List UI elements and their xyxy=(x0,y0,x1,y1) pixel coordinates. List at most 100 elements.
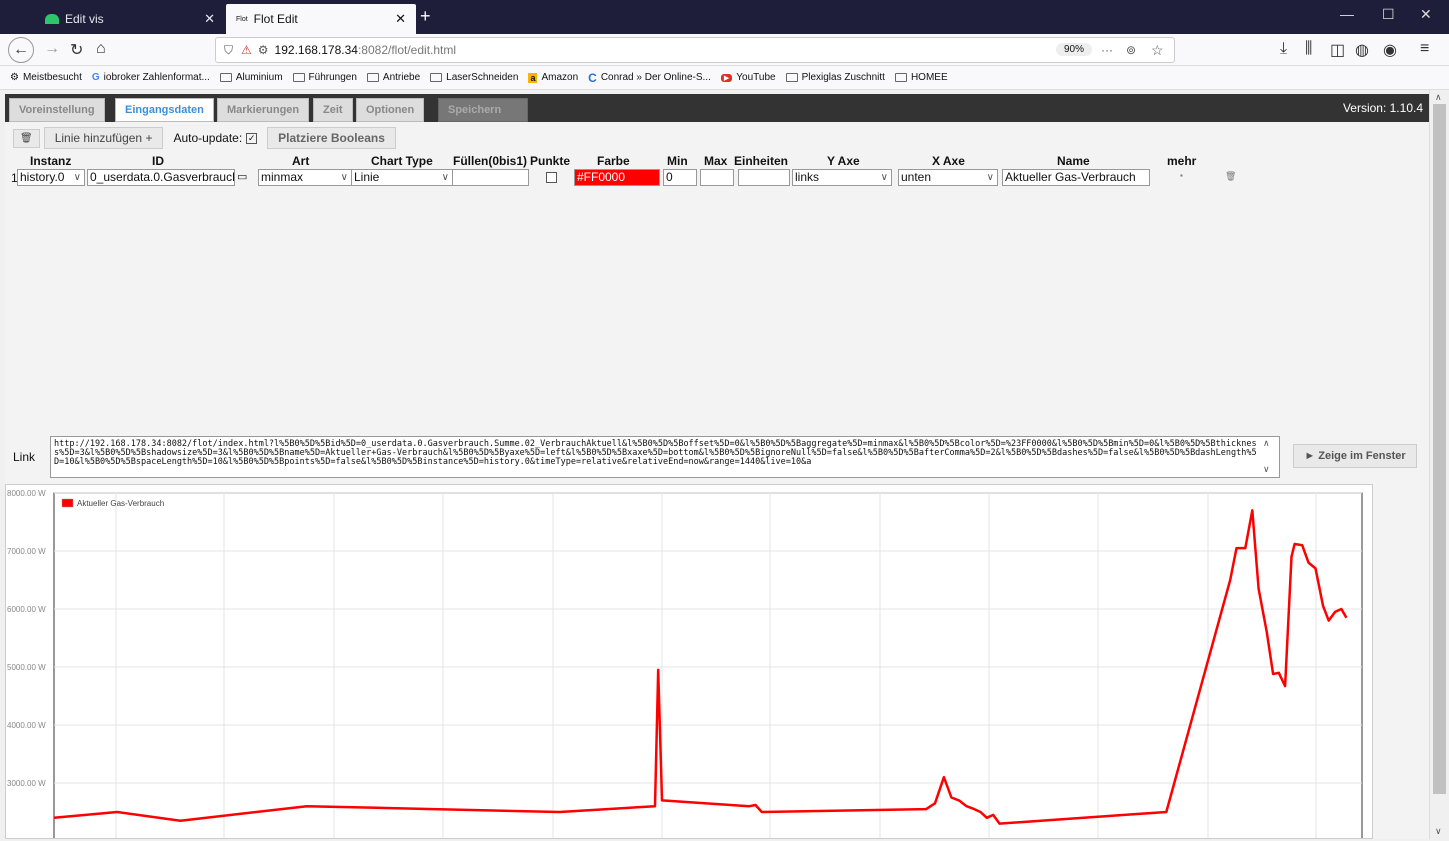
vis-favicon-icon xyxy=(45,14,59,24)
pocket-icon[interactable]: ⊚ xyxy=(1126,43,1136,57)
delete-all-trash-icon[interactable]: 🗑 xyxy=(13,128,40,148)
browser-tab-edit-vis[interactable]: Edit vis ✕ xyxy=(35,4,225,34)
home-icon[interactable]: ⌂ xyxy=(96,40,106,58)
bookmark-label: Conrad » Der Online-S... xyxy=(600,72,711,83)
account-icon[interactable]: ◉ xyxy=(1383,40,1397,60)
art-select[interactable]: minmax xyxy=(258,169,352,186)
back-arrow-icon[interactable]: ← xyxy=(8,37,34,63)
delete-row-trash-icon[interactable]: 🗑 xyxy=(1225,171,1236,182)
link-url-textarea[interactable]: http://192.168.178.34:8082/flot/index.ht… xyxy=(50,436,1280,478)
bookmark-homee[interactable]: HOMEE xyxy=(894,72,948,83)
place-booleans-button[interactable]: Platziere Booleans xyxy=(267,127,396,149)
instance-select[interactable]: history.0 xyxy=(17,169,85,186)
plot-frame xyxy=(53,492,1363,841)
id-input[interactable]: 0_userdata.0.Gasverbrauch.S xyxy=(87,169,235,186)
bookmark-antriebe[interactable]: Antriebe xyxy=(366,72,420,83)
bookmark-laserschneiden[interactable]: LaserSchneiden xyxy=(430,72,518,83)
close-window-icon[interactable]: ✕ xyxy=(1420,6,1432,23)
bookmarks-bar: ⚙ Meistbesucht Giobroker Zahlenformat... … xyxy=(0,66,1449,90)
library-icon[interactable]: ⫼ xyxy=(1305,40,1312,58)
scroll-down-icon[interactable]: ∨ xyxy=(1435,826,1442,837)
url-path: :8082/flot/edit.html xyxy=(357,43,457,57)
folder-open-icon[interactable]: ▭ xyxy=(237,170,247,183)
zoom-indicator[interactable]: 90% xyxy=(1056,43,1093,56)
show-in-window-button[interactable]: ► Zeige im Fenster xyxy=(1293,444,1417,468)
menu-icon[interactable]: ≡ xyxy=(1420,40,1429,58)
more-options-icon[interactable]: ▪ xyxy=(1180,171,1183,180)
insecure-lock-icon[interactable]: ⚠ xyxy=(241,43,252,57)
y-tick-label: 7000.00 W xyxy=(7,547,46,556)
close-icon[interactable]: ✕ xyxy=(204,11,215,27)
scroll-down-icon[interactable]: ∨ xyxy=(1263,464,1270,475)
folder-icon xyxy=(785,73,798,82)
min-input[interactable]: 0 xyxy=(663,169,697,186)
toolbar: 🗑 Linie hinzufügen + Auto-update: ✓ Plat… xyxy=(13,126,396,150)
browser-tab-flot-edit[interactable]: Flot Flot Edit ✕ xyxy=(226,4,416,34)
bookmark-label: Amazon xyxy=(541,72,579,83)
header-art: Art xyxy=(292,154,310,168)
save-button[interactable]: Speichern xyxy=(438,98,528,122)
url-bar[interactable]: ⛉ ⚠ ⚙ 192.168.178.34:8082/flot/edit.html… xyxy=(215,37,1175,63)
flot-favicon-icon: Flot xyxy=(236,15,248,23)
folder-icon xyxy=(366,73,379,82)
bookmark-youtube[interactable]: ▶ YouTube xyxy=(720,72,776,83)
scroll-up-icon[interactable]: ∧ xyxy=(1263,438,1270,449)
app-tab-bar: Voreinstellung Eingangsdaten Markierunge… xyxy=(5,94,1429,122)
close-icon[interactable]: ✕ xyxy=(395,11,406,27)
scroll-up-icon[interactable]: ∧ xyxy=(1435,92,1442,103)
scrollbar-thumb[interactable] xyxy=(1433,104,1446,794)
sidebar-icon[interactable]: ◫ xyxy=(1330,40,1345,60)
y-tick-label: 6000.00 W xyxy=(7,605,46,614)
new-tab-plus-icon[interactable]: + xyxy=(420,4,431,28)
bookmark-aluminium[interactable]: Aluminium xyxy=(219,72,283,83)
points-checkbox[interactable] xyxy=(546,172,557,183)
extension-icon[interactable]: ◍ xyxy=(1355,40,1369,60)
download-icon[interactable]: ⤓ xyxy=(1280,40,1287,58)
header-points: Punkte xyxy=(530,154,571,168)
reload-icon[interactable]: ↻ xyxy=(70,40,83,60)
page-scrollbar[interactable]: ∧ ∨ xyxy=(1429,90,1449,839)
tab-eingangsdaten[interactable]: Eingangsdaten xyxy=(115,98,214,122)
bookmark-iobroker[interactable]: Giobroker Zahlenformat... xyxy=(92,72,210,83)
line-chart: 8000.00 W 7000.00 W 6000.00 W 5000.00 W 4000… xyxy=(7,489,1363,841)
bookmark-meistbesucht[interactable]: ⚙ Meistbesucht xyxy=(10,72,82,83)
header-y-axis: Y Axe xyxy=(827,154,860,168)
bookmark-label: HOMEE xyxy=(910,72,948,83)
max-input[interactable] xyxy=(700,169,734,186)
page-actions-icon[interactable]: ··· xyxy=(1101,43,1113,57)
bookmark-plexiglas[interactable]: Plexiglas Zuschnitt xyxy=(785,72,885,83)
fill-input[interactable] xyxy=(452,169,529,186)
header-more: mehr xyxy=(1167,154,1197,168)
minimize-icon[interactable]: — xyxy=(1340,6,1354,22)
chart-type-select[interactable]: Linie xyxy=(351,169,453,186)
header-max: Max xyxy=(704,154,728,168)
x-axis-select[interactable]: unten xyxy=(898,169,998,186)
amazon-icon: a xyxy=(528,72,538,83)
tab-markierungen[interactable]: Markierungen xyxy=(217,98,310,122)
legend-label: Aktueller Gas-Verbrauch xyxy=(77,499,164,508)
maximize-icon[interactable]: ☐ xyxy=(1382,6,1395,23)
tab-title: Flot Edit xyxy=(253,12,298,26)
bookmark-star-icon[interactable]: ☆ xyxy=(1151,42,1164,59)
tab-zeit[interactable]: Zeit xyxy=(313,98,353,122)
browser-tab-bar: Edit vis ✕ Flot Flot Edit ✕ + — ☐ ✕ xyxy=(0,0,1449,34)
bookmark-amazon[interactable]: a Amazon xyxy=(528,72,578,83)
permissions-icon[interactable]: ⚙ xyxy=(258,43,269,57)
forward-arrow-icon[interactable]: → xyxy=(44,40,60,58)
tab-title: Edit vis xyxy=(65,12,104,26)
add-line-button[interactable]: Linie hinzufügen + xyxy=(43,127,164,149)
google-icon: G xyxy=(91,72,100,83)
y-axis-select[interactable]: links xyxy=(792,169,892,186)
tab-voreinstellung[interactable]: Voreinstellung xyxy=(9,98,105,122)
tab-optionen[interactable]: Optionen xyxy=(356,98,425,122)
header-id: ID xyxy=(152,154,164,168)
units-input[interactable] xyxy=(738,169,790,186)
bookmark-conrad[interactable]: C Conrad » Der Online-S... xyxy=(588,71,711,85)
bookmark-fuehrungen[interactable]: Führungen xyxy=(292,72,357,83)
url-host: 192.168.178.34 xyxy=(274,43,358,57)
y-tick-label: 8000.00 W xyxy=(7,489,46,498)
header-x-axis: X Axe xyxy=(932,154,965,168)
auto-update-checkbox[interactable]: ✓ xyxy=(246,132,258,144)
name-input[interactable]: Aktueller Gas-Verbrauch xyxy=(1002,169,1150,186)
color-input[interactable]: #FF0000 xyxy=(574,169,660,186)
